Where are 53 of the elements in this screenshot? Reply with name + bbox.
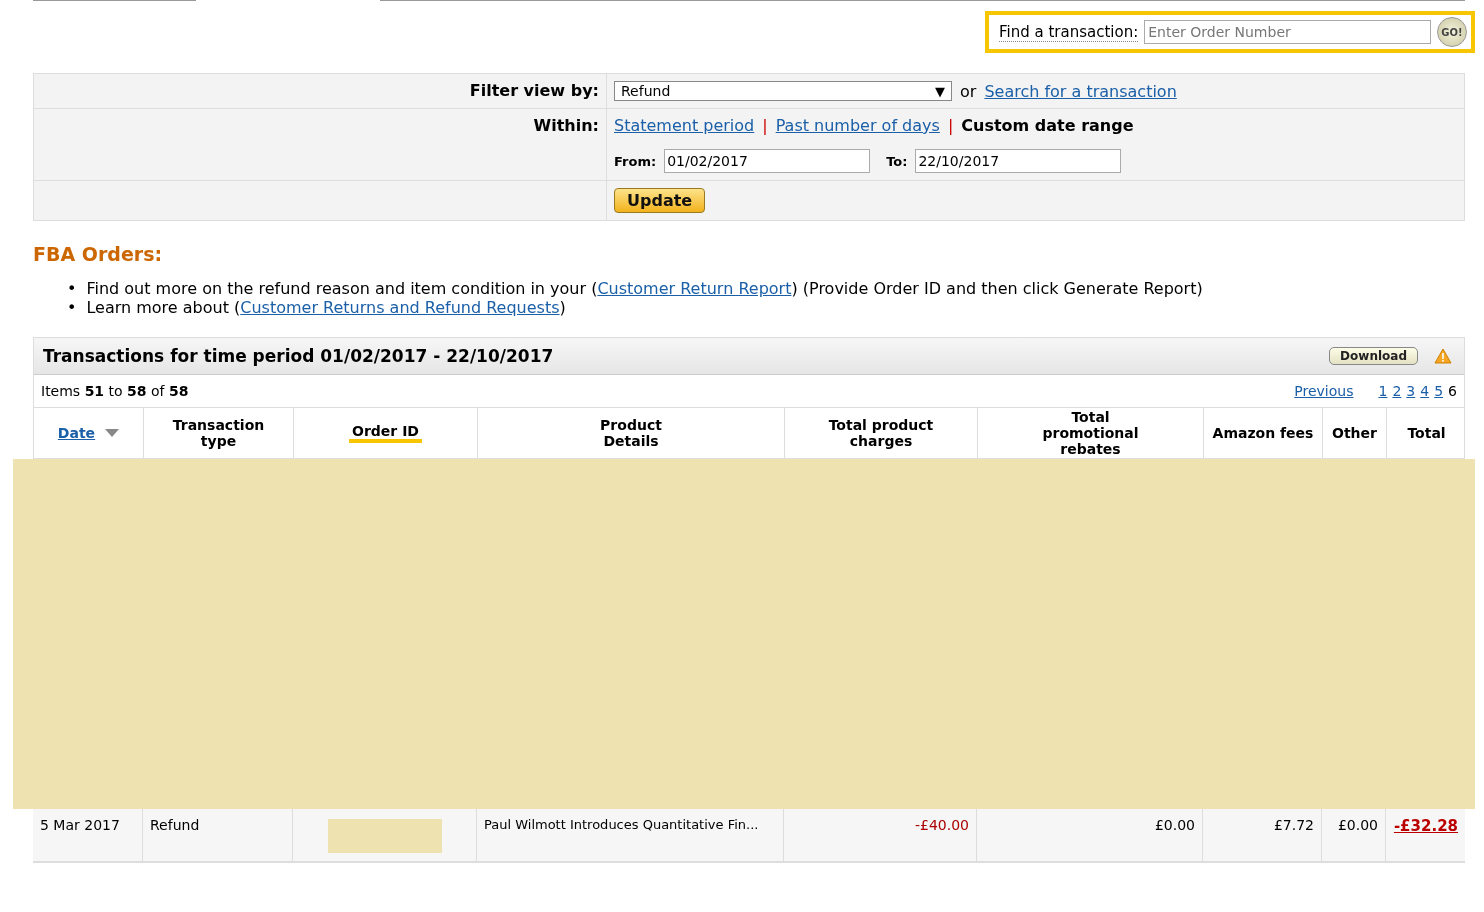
search-link[interactable]: Search for a transaction: [984, 81, 1177, 101]
period-option[interactable]: Past number of days: [775, 116, 940, 135]
period-option[interactable]: Statement period: [614, 116, 755, 135]
page-link[interactable]: 2: [1392, 383, 1402, 399]
warning-icon: [1434, 347, 1452, 365]
section-title: FBA Orders:: [33, 243, 164, 265]
column-header: Product Details: [599, 417, 663, 449]
column-header: Other: [1331, 425, 1378, 441]
column-header: Total product charges: [827, 417, 935, 449]
table-cell: £0.00: [1154, 817, 1195, 833]
caret-icon: ▼: [935, 83, 945, 99]
from-date-field[interactable]: 01/02/2017: [664, 149, 871, 173]
table-cell: £7.72: [1273, 817, 1314, 833]
table-cell: £0.00: [1337, 817, 1378, 833]
update-button[interactable]: Update: [614, 188, 706, 213]
or-text: or: [960, 81, 977, 101]
order-number-field[interactable]: Enter Order Number: [1144, 20, 1431, 44]
column-header: Transaction type: [171, 417, 266, 449]
page-link[interactable]: 6: [1448, 383, 1457, 399]
download-button[interactable]: Download: [1329, 347, 1418, 365]
column-header: Order ID: [349, 423, 422, 443]
page-link[interactable]: 3: [1406, 383, 1416, 399]
go-button[interactable]: GO!: [1437, 17, 1467, 47]
page-link[interactable]: 4: [1420, 383, 1430, 399]
filter-dropdown[interactable]: Refund ▼: [614, 81, 952, 101]
transactions-title: Transactions for time period 01/02/2017 - 22/10/2017: [43, 346, 554, 366]
bullet-marker: •: [67, 279, 77, 298]
column-header: Total: [1406, 425, 1447, 441]
items-count: Items 51 to 58 of 58: [41, 383, 189, 399]
filter-label: Filter view by:: [469, 81, 599, 100]
table-cell: Refund: [150, 817, 200, 833]
column-header: Amazon fees: [1211, 425, 1315, 441]
table-cell: Paul Wilmott Introduces Quantitative Fin...: [484, 817, 759, 832]
table-cell: 5 Mar 2017: [40, 817, 120, 833]
help-link[interactable]: Customer Return Report: [597, 279, 792, 298]
separator: |: [762, 116, 768, 135]
period-option[interactable]: Custom date range: [961, 116, 1134, 135]
page-link[interactable]: 1: [1378, 383, 1388, 399]
to-label: To:: [886, 153, 908, 169]
bullet-marker: •: [67, 298, 77, 317]
previous-link[interactable]: Previous: [1294, 383, 1354, 399]
help-link[interactable]: Customer Returns and Refund Requests: [240, 298, 560, 317]
column-header[interactable]: Date: [57, 425, 96, 441]
from-label: From:: [614, 153, 657, 169]
to-date-field[interactable]: 22/10/2017: [915, 149, 1122, 173]
page-link[interactable]: 5: [1434, 383, 1444, 399]
column-header: Total promotional rebates: [1041, 409, 1140, 457]
bullet-text: Find out more on the refund reason and item condition in your (Customer Return Report) (Provide Order ID and then click Generate Report): [86, 279, 1203, 298]
separator: |: [947, 116, 954, 135]
within-label: Within:: [533, 116, 599, 135]
table-cell: -£40.00: [914, 817, 969, 833]
bullet-text: Learn more about (Customer Returns and Refund Requests): [86, 298, 566, 317]
find-label: Find a transaction:: [999, 22, 1139, 42]
